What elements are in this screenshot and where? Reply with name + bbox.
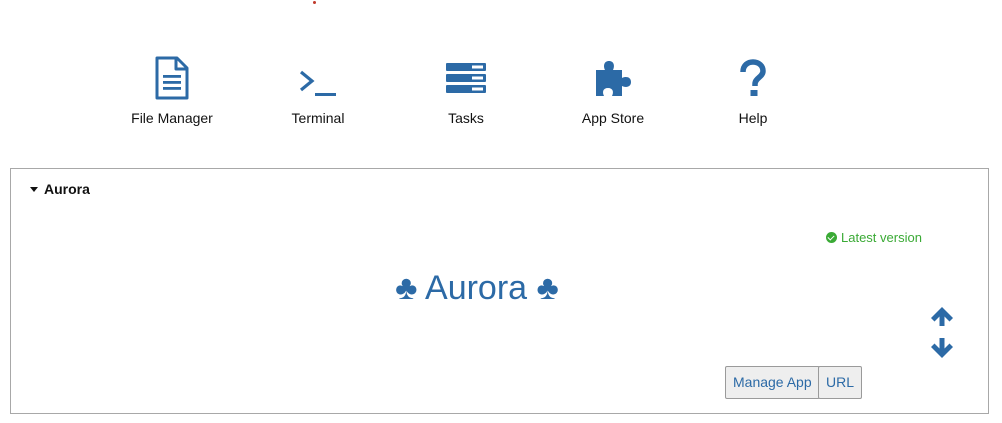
url-button[interactable]: URL — [818, 366, 863, 399]
reorder-controls — [929, 305, 955, 364]
app-panel: Aurora Latest version ♣ Aurora ♣ Manage … — [10, 168, 989, 414]
tasks-icon — [444, 56, 488, 104]
caret-down-icon — [30, 186, 38, 192]
arrow-down-icon[interactable] — [929, 337, 955, 364]
file-icon — [150, 56, 194, 104]
app-toolbar: File Manager Terminal Tasks App Store He… — [0, 56, 1002, 136]
toolbar-file-manager[interactable]: File Manager — [117, 56, 227, 126]
puzzle-icon — [591, 56, 635, 104]
version-status: Latest version — [826, 230, 922, 245]
arrow-up-icon[interactable] — [929, 305, 955, 332]
toolbar-tasks[interactable]: Tasks — [411, 56, 521, 126]
panel-toggle[interactable]: Aurora — [30, 181, 90, 197]
version-label: Latest version — [841, 230, 922, 245]
manage-app-button[interactable]: Manage App — [725, 366, 820, 399]
question-icon — [731, 56, 775, 104]
toolbar-label: Tasks — [448, 110, 484, 126]
toolbar-label: App Store — [581, 110, 645, 126]
red-dot-marker — [313, 1, 316, 4]
toolbar-label: Terminal — [291, 110, 345, 126]
terminal-icon — [296, 56, 340, 104]
toolbar-app-store[interactable]: App Store — [558, 56, 668, 126]
toolbar-help[interactable]: Help — [698, 56, 808, 126]
check-circle-icon — [826, 232, 837, 243]
toolbar-label: File Manager — [131, 110, 213, 126]
app-title: ♣ Aurora ♣ — [395, 269, 559, 307]
panel-title: Aurora — [44, 181, 90, 197]
toolbar-terminal[interactable]: Terminal — [263, 56, 373, 126]
toolbar-label: Help — [738, 110, 768, 126]
